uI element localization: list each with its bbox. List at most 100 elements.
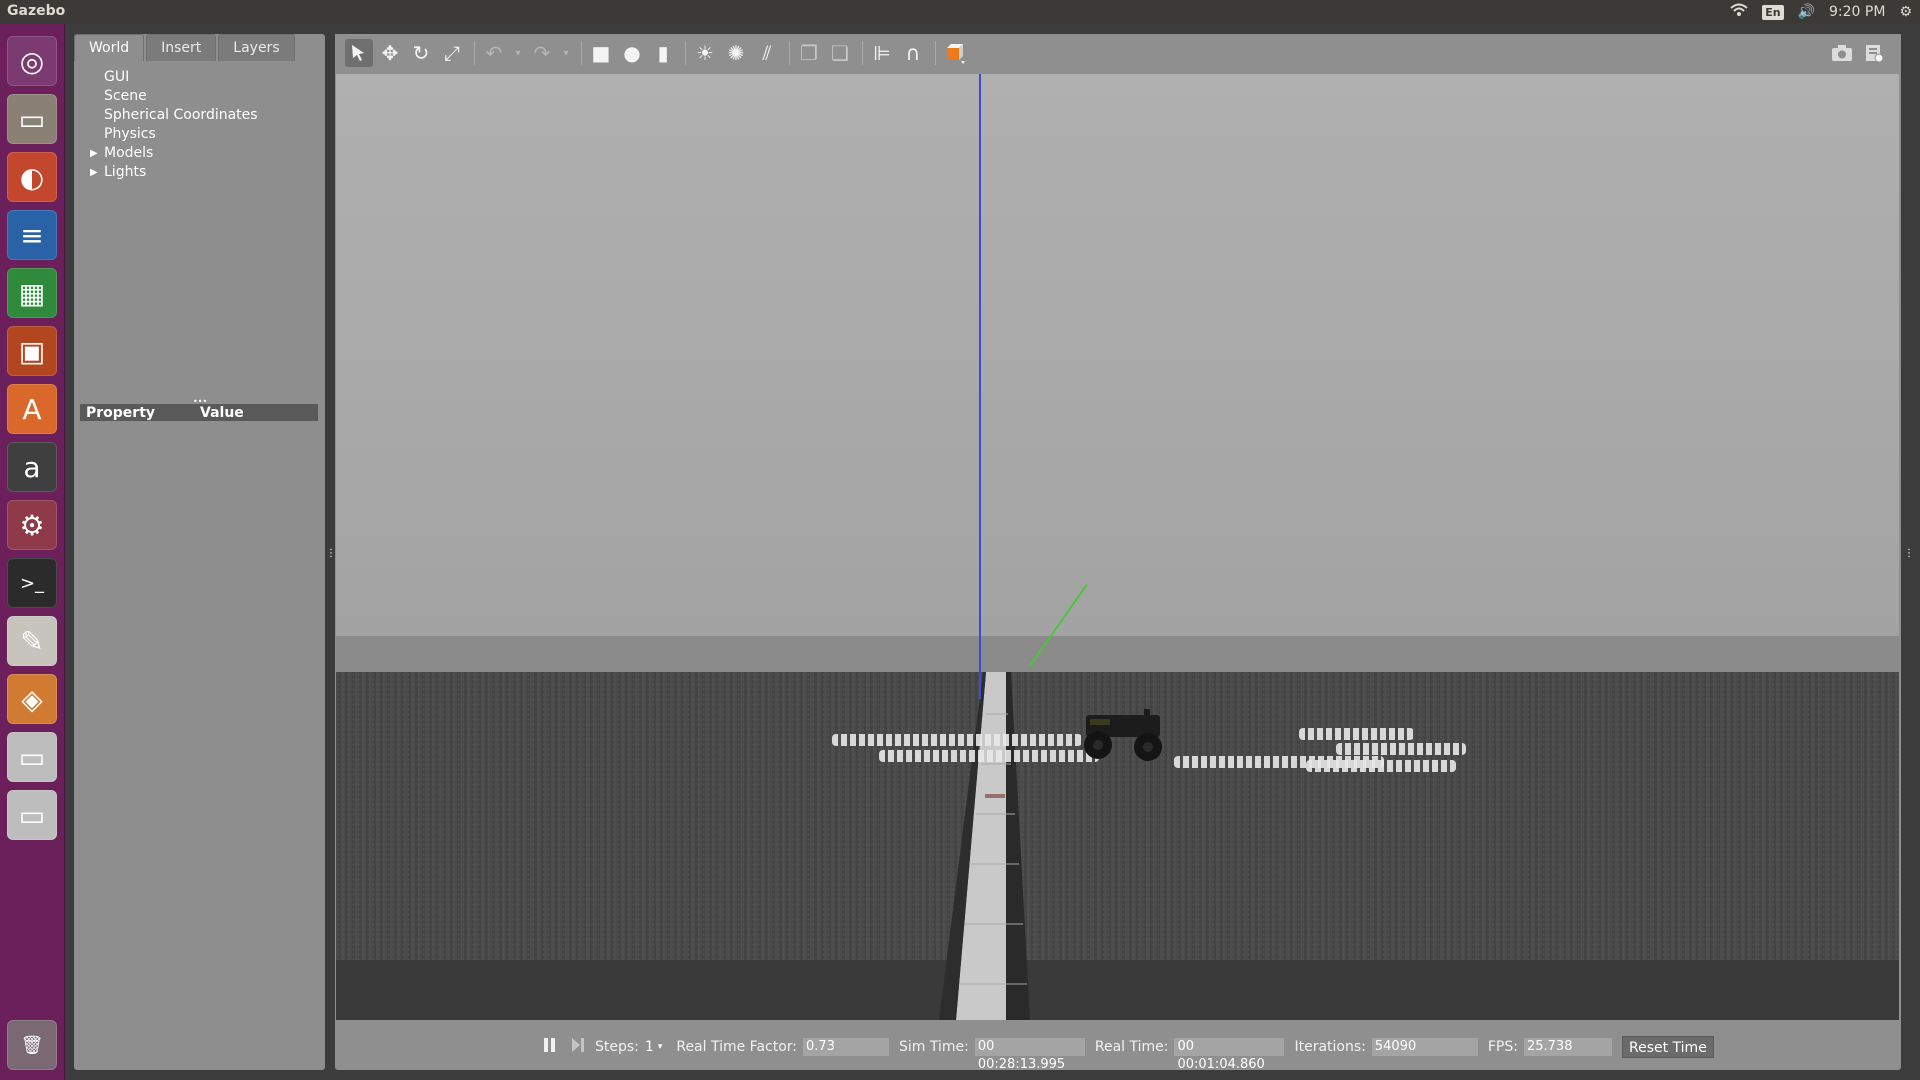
undo-dropdown-icon[interactable]: ▾ bbox=[511, 39, 525, 67]
left-panel-collapse-handle[interactable]: ⋮ bbox=[326, 548, 336, 559]
launcher-firefox-icon[interactable]: ◐ bbox=[7, 152, 57, 202]
toolbar-separator bbox=[789, 41, 790, 65]
point-light-icon[interactable]: ☀ bbox=[691, 39, 719, 67]
rock-cluster bbox=[1306, 760, 1456, 772]
expand-arrow-icon[interactable]: ▶ bbox=[90, 163, 98, 182]
copy-icon[interactable]: ❐ bbox=[795, 39, 823, 67]
redo-dropdown-icon[interactable]: ▾ bbox=[559, 39, 573, 67]
launcher-libreoffice-calc-icon[interactable]: ▦ bbox=[7, 268, 57, 318]
reset-time-button[interactable]: Reset Time bbox=[1621, 1036, 1714, 1058]
launcher-terminal-icon[interactable]: >_ bbox=[7, 558, 57, 608]
toolbar-separator bbox=[581, 41, 582, 65]
launcher: ◎ ▭ ◐ ≡ ▦ ▣ Aa ⚙ >_ ✎ ◈ ▭ ▭ 🗑 bbox=[0, 24, 65, 1080]
rtf-value: 0.73 bbox=[803, 1038, 890, 1056]
tree-item-label: Scene bbox=[104, 88, 147, 104]
box-icon[interactable]: ■ bbox=[587, 39, 615, 67]
launcher-dash-home-icon[interactable]: ◎ bbox=[7, 36, 57, 86]
spot-light-icon[interactable]: ✺ bbox=[722, 39, 750, 67]
directional-light-icon[interactable]: ⫽ bbox=[753, 39, 781, 67]
launcher-drive-1-icon[interactable]: ▭ bbox=[7, 732, 57, 782]
main-area: ✥ ↻ ⤢ ↶ ▾ ↷ ▾ ■ ● ▮ ☀ ✺ ⫽ ❐ ❏ ⊫ ∩ Steps:… bbox=[335, 34, 1901, 1072]
horizon-band bbox=[336, 636, 1899, 672]
sphere-icon[interactable]: ● bbox=[618, 39, 646, 67]
tree-item-label: GUI bbox=[104, 69, 130, 85]
cylinder-icon[interactable]: ▮ bbox=[649, 39, 677, 67]
sim-time-value: 00 00:28:13.995 bbox=[974, 1038, 1085, 1072]
property-column-header[interactable]: Property bbox=[80, 405, 200, 421]
clock[interactable]: 9:20 PM bbox=[1829, 4, 1885, 20]
launcher-libreoffice-writer-icon[interactable]: ≡ bbox=[7, 210, 57, 260]
align-icon[interactable]: ⊫ bbox=[868, 39, 896, 67]
tree-item-spherical-coordinates[interactable]: Spherical Coordinates bbox=[74, 106, 325, 125]
language-indicator[interactable]: En bbox=[1762, 4, 1784, 20]
paste-icon[interactable]: ❏ bbox=[826, 39, 854, 67]
undo-icon[interactable]: ↶ bbox=[480, 39, 508, 67]
expand-arrow-icon[interactable]: ▶ bbox=[90, 144, 98, 163]
toolbar-separator bbox=[935, 41, 936, 65]
iterations-label: Iterations: bbox=[1294, 1039, 1366, 1055]
scale-mode-icon[interactable]: ⤢ bbox=[438, 39, 466, 67]
value-column-header[interactable]: Value bbox=[200, 405, 244, 421]
launcher-text-editor-icon[interactable]: ✎ bbox=[7, 616, 57, 666]
fps-label: FPS: bbox=[1487, 1039, 1518, 1055]
tree-item-label: Models bbox=[104, 145, 154, 161]
status-bar: Steps: 1 ▾ Real Time Factor: 0.73 Sim Ti… bbox=[335, 1024, 1901, 1072]
select-mode-icon[interactable] bbox=[345, 39, 373, 67]
tree-item-label: Physics bbox=[104, 126, 156, 142]
toolbar: ✥ ↻ ⤢ ↶ ▾ ↷ ▾ ■ ● ▮ ☀ ✺ ⫽ ❐ ❏ ⊫ ∩ bbox=[335, 34, 1901, 72]
scene-viewport[interactable] bbox=[336, 74, 1899, 1020]
real-time-value: 00 00:01:04.860 bbox=[1174, 1038, 1285, 1072]
tree-item-physics[interactable]: Physics bbox=[74, 125, 325, 144]
rock-cluster bbox=[1299, 728, 1414, 740]
rtf-label: Real Time Factor: bbox=[676, 1039, 798, 1055]
tab-world[interactable]: World bbox=[74, 34, 145, 61]
tree-item-gui[interactable]: GUI bbox=[74, 68, 325, 87]
steps-label: Steps: bbox=[595, 1039, 639, 1055]
launcher-drive-2-icon[interactable]: ▭ bbox=[7, 790, 57, 840]
app-title: Gazebo bbox=[7, 3, 66, 19]
screenshot-icon[interactable] bbox=[1828, 39, 1856, 67]
launcher-amazon-icon[interactable]: a bbox=[7, 442, 57, 492]
pause-icon[interactable] bbox=[543, 1037, 557, 1057]
step-icon[interactable] bbox=[571, 1037, 585, 1057]
toolbar-separator bbox=[474, 41, 475, 65]
tree-item-lights[interactable]: ▶ Lights bbox=[74, 163, 325, 182]
robot-model[interactable] bbox=[1078, 709, 1168, 761]
tab-layers[interactable]: Layers bbox=[218, 34, 295, 61]
launcher-software-center-icon[interactable]: A bbox=[7, 384, 57, 434]
toolbar-separator bbox=[685, 41, 686, 65]
indicator-area: En 🔊 9:20 PM ⚙ bbox=[1730, 0, 1912, 24]
steps-dropdown-icon[interactable]: ▾ bbox=[658, 1042, 663, 1052]
property-table-header: Property Value bbox=[80, 404, 318, 421]
fps-value: 25.738 bbox=[1523, 1038, 1612, 1056]
gear-icon[interactable]: ⚙ bbox=[1899, 4, 1912, 20]
launcher-files-icon[interactable]: ▭ bbox=[7, 94, 57, 144]
toolbar-separator bbox=[862, 41, 863, 65]
top-panel: Gazebo En 🔊 9:20 PM ⚙ bbox=[0, 0, 1920, 24]
snap-icon[interactable]: ∩ bbox=[899, 39, 927, 67]
ground-near-band bbox=[336, 960, 1899, 1020]
sky bbox=[336, 74, 1899, 636]
world-tree: GUI Scene Spherical Coordinates Physics … bbox=[74, 68, 325, 182]
translate-mode-icon[interactable]: ✥ bbox=[376, 39, 404, 67]
launcher-trash-icon[interactable]: 🗑 bbox=[7, 1020, 57, 1070]
real-time-label: Real Time: bbox=[1094, 1039, 1169, 1055]
launcher-gazebo-icon[interactable]: ◈ bbox=[7, 674, 57, 724]
tab-insert[interactable]: Insert bbox=[146, 34, 217, 61]
wifi-icon[interactable] bbox=[1730, 3, 1748, 21]
right-panel-collapse-handle[interactable]: ⋮ bbox=[1904, 548, 1914, 559]
view-angle-icon[interactable] bbox=[941, 39, 969, 67]
launcher-system-settings-icon[interactable]: ⚙ bbox=[7, 500, 57, 550]
left-panel: World Insert Layers GUI Scene Spherical … bbox=[74, 34, 325, 1070]
rotate-mode-icon[interactable]: ↻ bbox=[407, 39, 435, 67]
redo-icon[interactable]: ↷ bbox=[528, 39, 556, 67]
tree-item-scene[interactable]: Scene bbox=[74, 87, 325, 106]
tree-item-models[interactable]: ▶ Models bbox=[74, 144, 325, 163]
z-axis-line bbox=[979, 74, 981, 699]
sim-time-label: Sim Time: bbox=[899, 1039, 969, 1055]
volume-icon[interactable]: 🔊 bbox=[1798, 4, 1815, 20]
tree-item-label: Lights bbox=[104, 164, 147, 180]
steps-value[interactable]: 1 bbox=[645, 1039, 654, 1055]
launcher-libreoffice-impress-icon[interactable]: ▣ bbox=[7, 326, 57, 376]
record-icon[interactable] bbox=[1860, 39, 1888, 67]
